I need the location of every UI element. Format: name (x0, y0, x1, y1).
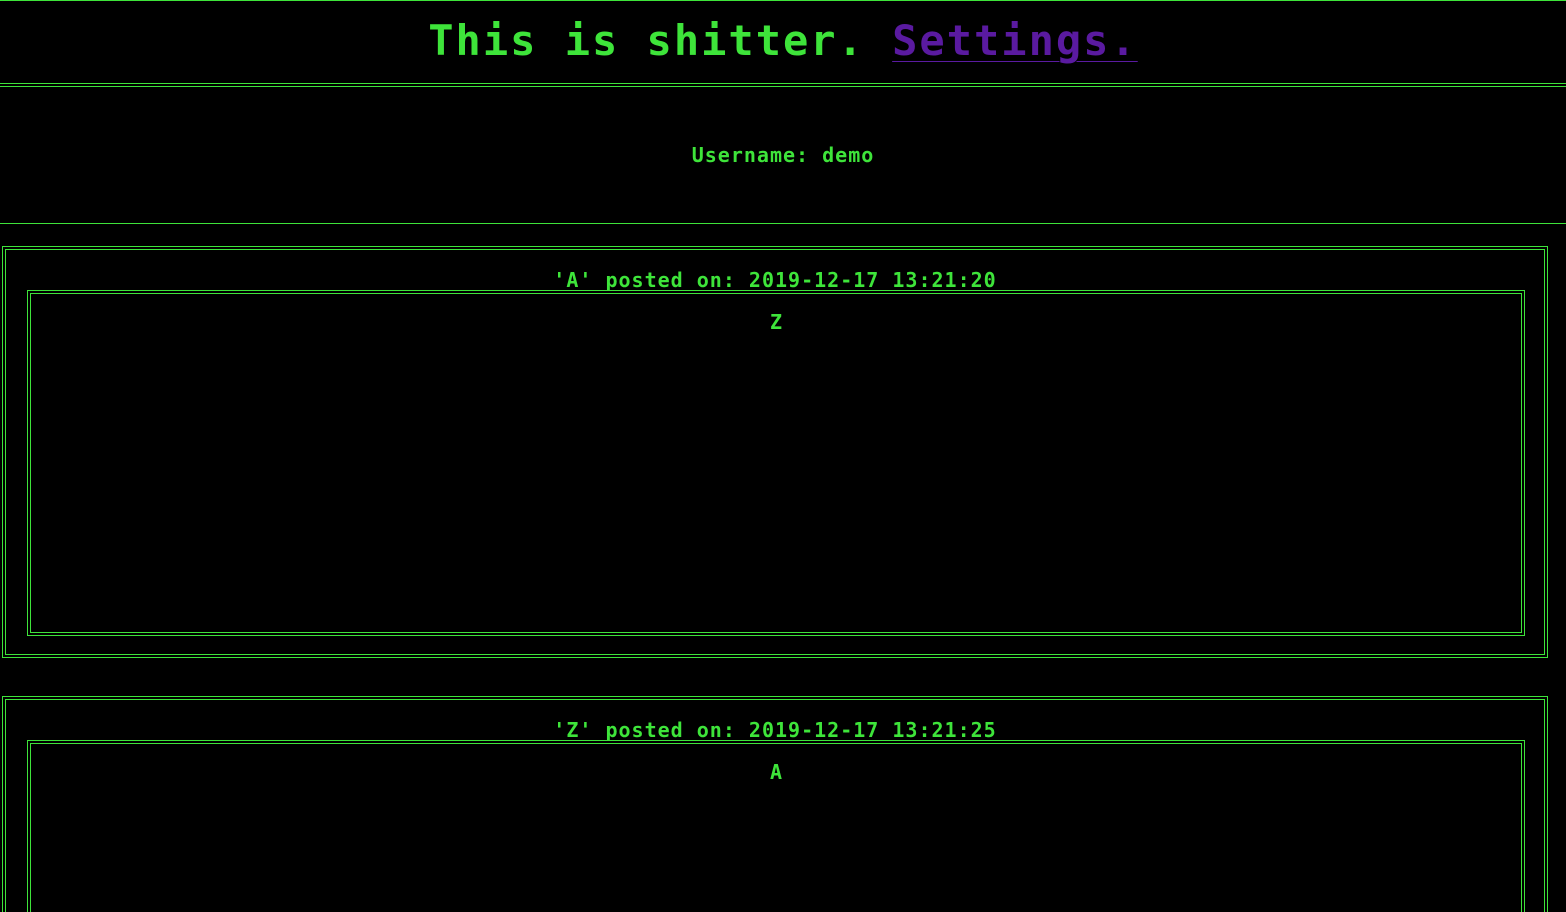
post-content: Z (30, 293, 1522, 633)
username-label: Username: demo (691, 143, 875, 167)
post-meta: 'Z' posted on: 2019-12-17 13:21:25 (553, 718, 997, 742)
site-title: This is shitter. (428, 16, 865, 65)
post-card: 'A' posted on: 2019-12-17 13:21:20 Z (2, 246, 1548, 658)
post-card: 'Z' posted on: 2019-12-17 13:21:25 A (2, 696, 1548, 912)
site-header: This is shitter. Settings. (0, 0, 1566, 84)
post-meta: 'A' posted on: 2019-12-17 13:21:20 (553, 268, 997, 292)
user-bar: Username: demo (0, 86, 1566, 224)
header-title-row: This is shitter. Settings. (0, 15, 1566, 67)
post-card-inner: 'A' posted on: 2019-12-17 13:21:20 Z (5, 249, 1545, 655)
post-body: Z (27, 290, 1525, 636)
post-body: A (27, 740, 1525, 912)
post-content: A (30, 743, 1522, 912)
post-card-inner: 'Z' posted on: 2019-12-17 13:21:25 A (5, 699, 1545, 912)
settings-link[interactable]: Settings. (892, 16, 1138, 65)
